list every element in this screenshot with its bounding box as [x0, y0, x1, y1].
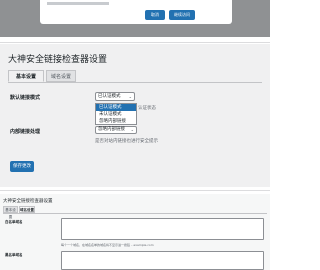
whitelist-hint: 每个一个域名，在域名名单的域名将不显示进一搜链 – example.com — [61, 243, 154, 247]
link-mode-dropdown: 已认证模式 未认证模式 忽略内部链接 — [95, 103, 137, 125]
page-title: 大神安全链接检查器设置 — [8, 55, 108, 65]
section-divider — [0, 42, 270, 43]
blacklist-label: 黑名单域名 — [5, 253, 23, 257]
tab-divider — [3, 213, 267, 214]
dropdown-option[interactable]: 未认证模式 — [96, 111, 136, 118]
select-value: 忽略内部链接 — [98, 127, 125, 132]
tab-domain-settings[interactable]: 域名设置 — [19, 206, 35, 213]
tab-basic-settings[interactable]: 基本设置 — [3, 206, 18, 219]
whitelist-textarea[interactable] — [61, 218, 264, 240]
cancel-button[interactable]: 取消 — [145, 10, 165, 20]
dialog-text-line — [47, 2, 109, 5]
chevron-down-icon: ⌄ — [130, 127, 134, 132]
link-mode-hint: 认证状态 — [138, 106, 156, 111]
tab-basic-settings[interactable]: 基本设置 — [8, 70, 44, 82]
save-button[interactable]: 保存更改 — [10, 161, 34, 172]
default-link-mode-select[interactable]: 已认证模式 ⌄ — [95, 92, 135, 101]
blacklist-textarea[interactable] — [61, 251, 264, 270]
dropdown-option[interactable]: 忽略内部链接 — [96, 118, 136, 125]
dropdown-option[interactable]: 已认证模式 — [96, 104, 136, 111]
page-title: 大神安全链接检查器设置 — [3, 199, 53, 204]
internal-links-label: 内部链接处理 — [10, 129, 41, 135]
confirm-dialog: 取消 继续访问 — [0, 0, 270, 37]
tab-divider — [8, 82, 262, 83]
internal-links-select[interactable]: 忽略内部链接 ⌄ — [95, 126, 137, 134]
section-divider — [0, 190, 270, 191]
chevron-down-icon: ⌄ — [128, 94, 132, 99]
tab-domain-settings[interactable]: 域名设置 — [46, 70, 76, 82]
whitelist-label: 白名单域名 — [5, 220, 23, 224]
default-link-mode-label: 默认链接模式 — [10, 95, 41, 101]
dialog-card — [40, 0, 232, 24]
continue-button[interactable]: 继续访问 — [169, 10, 195, 20]
internal-links-description: 是否对站内链接也进行安全提示 — [95, 139, 158, 144]
select-value: 已认证模式 — [98, 94, 121, 99]
